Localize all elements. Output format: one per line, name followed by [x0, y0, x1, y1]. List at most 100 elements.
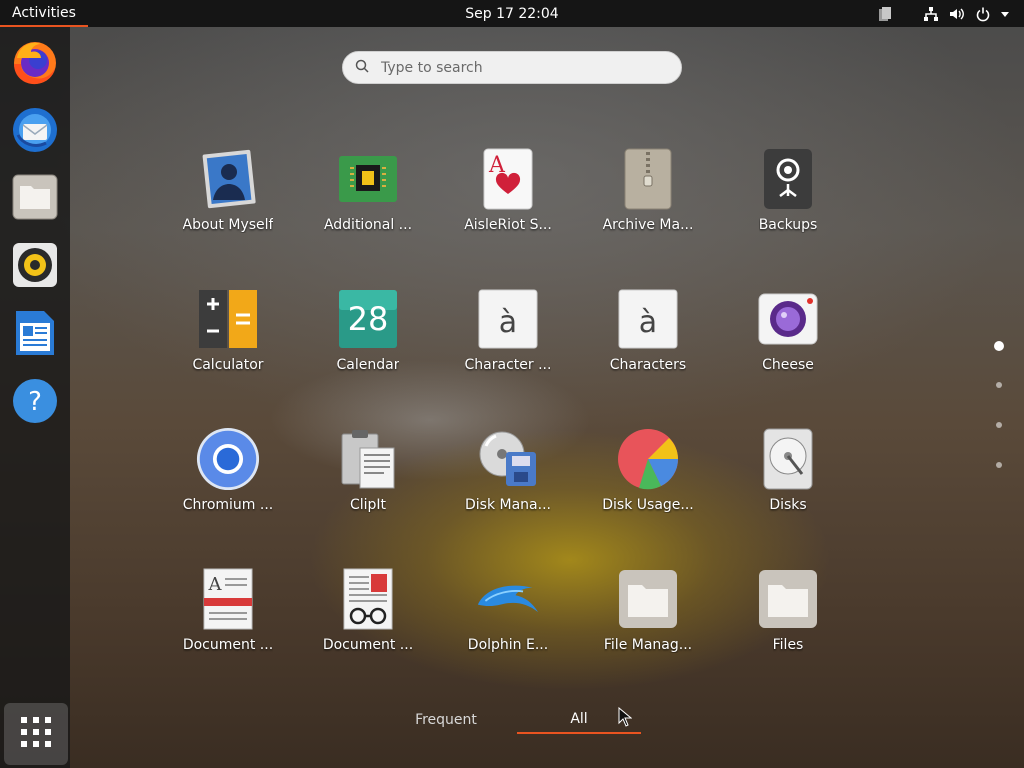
system-tray[interactable]	[876, 0, 1014, 27]
app-label: Backups	[758, 217, 818, 233]
app-disk-manager[interactable]: Disk Mana...	[438, 421, 578, 541]
dock-firefox[interactable]	[0, 33, 70, 95]
mouse-cursor-icon	[618, 706, 633, 731]
chromium-icon	[196, 427, 260, 491]
volume-icon[interactable]	[948, 5, 966, 23]
clipit-icon	[336, 427, 400, 491]
dock: ?	[0, 27, 70, 768]
app-document-scanner[interactable]: Document ...	[298, 561, 438, 681]
files-icon	[12, 174, 58, 224]
app-label: Files	[772, 637, 804, 653]
power-icon[interactable]	[974, 5, 992, 23]
app-label: Dolphin E...	[467, 637, 549, 653]
app-label: Document ...	[322, 637, 414, 653]
app-label: File Manag...	[603, 637, 693, 653]
app-label: Calculator	[192, 357, 264, 373]
app-label: Disks	[769, 497, 807, 513]
app-cheese[interactable]: Cheese	[718, 281, 858, 401]
about-myself-icon	[196, 147, 260, 211]
calendar-icon: 28	[336, 287, 400, 351]
calendar-day: 28	[347, 300, 389, 338]
chevron-down-icon[interactable]	[996, 5, 1014, 23]
app-label: Additional ...	[323, 217, 413, 233]
app-calendar[interactable]: 28 Calendar	[298, 281, 438, 401]
app-label: Chromium ...	[182, 497, 274, 513]
app-document-viewer[interactable]: A Document ...	[158, 561, 298, 681]
writer-icon	[14, 310, 56, 360]
tab-label: Frequent	[415, 712, 477, 728]
svg-text:A: A	[208, 574, 223, 595]
page-dot-4[interactable]	[996, 462, 1002, 468]
app-characters[interactable]: à Characters	[578, 281, 718, 401]
dock-thunderbird[interactable]	[0, 101, 70, 163]
app-label: Cheese	[762, 357, 814, 373]
disk-usage-icon	[616, 427, 680, 491]
app-clipit[interactable]: ClipIt	[298, 421, 438, 541]
file-manager-icon	[616, 567, 680, 631]
activities-label: Activities	[12, 4, 76, 21]
dock-files[interactable]	[0, 168, 70, 230]
app-label: Disk Usage...	[602, 497, 694, 513]
calculator-icon	[196, 287, 260, 351]
page-dot-3[interactable]	[996, 422, 1002, 428]
app-calculator[interactable]: Calculator	[158, 281, 298, 401]
aisleriot-icon: A	[476, 147, 540, 211]
app-disk-usage[interactable]: Disk Usage...	[578, 421, 718, 541]
files-folder-icon	[756, 567, 820, 631]
character-glyph: à	[498, 304, 518, 340]
app-files[interactable]: Files	[718, 561, 858, 681]
thunderbird-icon	[10, 105, 60, 159]
app-chromium[interactable]: Chromium ...	[158, 421, 298, 541]
search-icon	[355, 58, 369, 77]
app-label: Archive Ma...	[602, 217, 694, 233]
dolphin-emulator-icon	[476, 567, 540, 631]
app-label: About Myself	[182, 217, 274, 233]
clock-button[interactable]: Sep 17 22:04	[465, 6, 558, 22]
app-label: Characters	[609, 357, 687, 373]
characters-icon: à	[616, 287, 680, 351]
character-glyph: à	[638, 304, 658, 340]
app-backups[interactable]: Backups	[718, 141, 858, 261]
disk-manager-icon	[476, 427, 540, 491]
additional-drivers-icon	[336, 147, 400, 211]
dock-writer[interactable]	[0, 304, 70, 366]
svg-text:?: ?	[28, 387, 42, 417]
network-icon[interactable]	[922, 5, 940, 23]
help-icon: ?	[12, 378, 58, 428]
dock-rhythmbox[interactable]	[0, 236, 70, 298]
firefox-icon	[11, 38, 59, 90]
app-dolphin-emulator[interactable]: Dolphin E...	[438, 561, 578, 681]
app-about-myself[interactable]: About Myself	[158, 141, 298, 261]
search-box[interactable]	[342, 51, 682, 84]
app-additional-drivers[interactable]: Additional ...	[298, 141, 438, 261]
character-map-icon: à	[476, 287, 540, 351]
app-label: Character ...	[464, 357, 552, 373]
top-bar: Activities Sep 17 22:04	[0, 0, 1024, 27]
cheese-icon	[756, 287, 820, 351]
show-applications-button[interactable]	[4, 703, 68, 765]
backups-icon	[756, 147, 820, 211]
app-archive-manager[interactable]: Archive Ma...	[578, 141, 718, 261]
clock: Sep 17 22:04	[0, 0, 1024, 27]
clipboard-icon[interactable]	[876, 5, 894, 23]
activities-button[interactable]: Activities	[0, 0, 88, 27]
page-dot-2[interactable]	[996, 382, 1002, 388]
rhythmbox-icon	[12, 242, 58, 292]
app-character-map[interactable]: à Character ...	[438, 281, 578, 401]
app-aisleriot[interactable]: A AisleRiot S...	[438, 141, 578, 261]
app-label: ClipIt	[349, 497, 387, 513]
search-input[interactable]	[381, 59, 641, 76]
app-label: Document ...	[182, 637, 274, 653]
app-label: Disk Mana...	[465, 497, 551, 513]
app-disks[interactable]: Disks	[718, 421, 858, 541]
disks-icon	[756, 427, 820, 491]
app-label: AisleRiot S...	[464, 217, 552, 233]
page-dot-1[interactable]	[994, 341, 1004, 351]
app-label: Calendar	[336, 357, 400, 373]
document-scanner-icon	[336, 567, 400, 631]
tab-frequent[interactable]: Frequent	[384, 706, 508, 734]
document-viewer-icon: A	[196, 567, 260, 631]
dock-help[interactable]: ?	[0, 372, 70, 434]
archive-manager-icon	[616, 147, 680, 211]
app-file-manager[interactable]: File Manag...	[578, 561, 718, 681]
